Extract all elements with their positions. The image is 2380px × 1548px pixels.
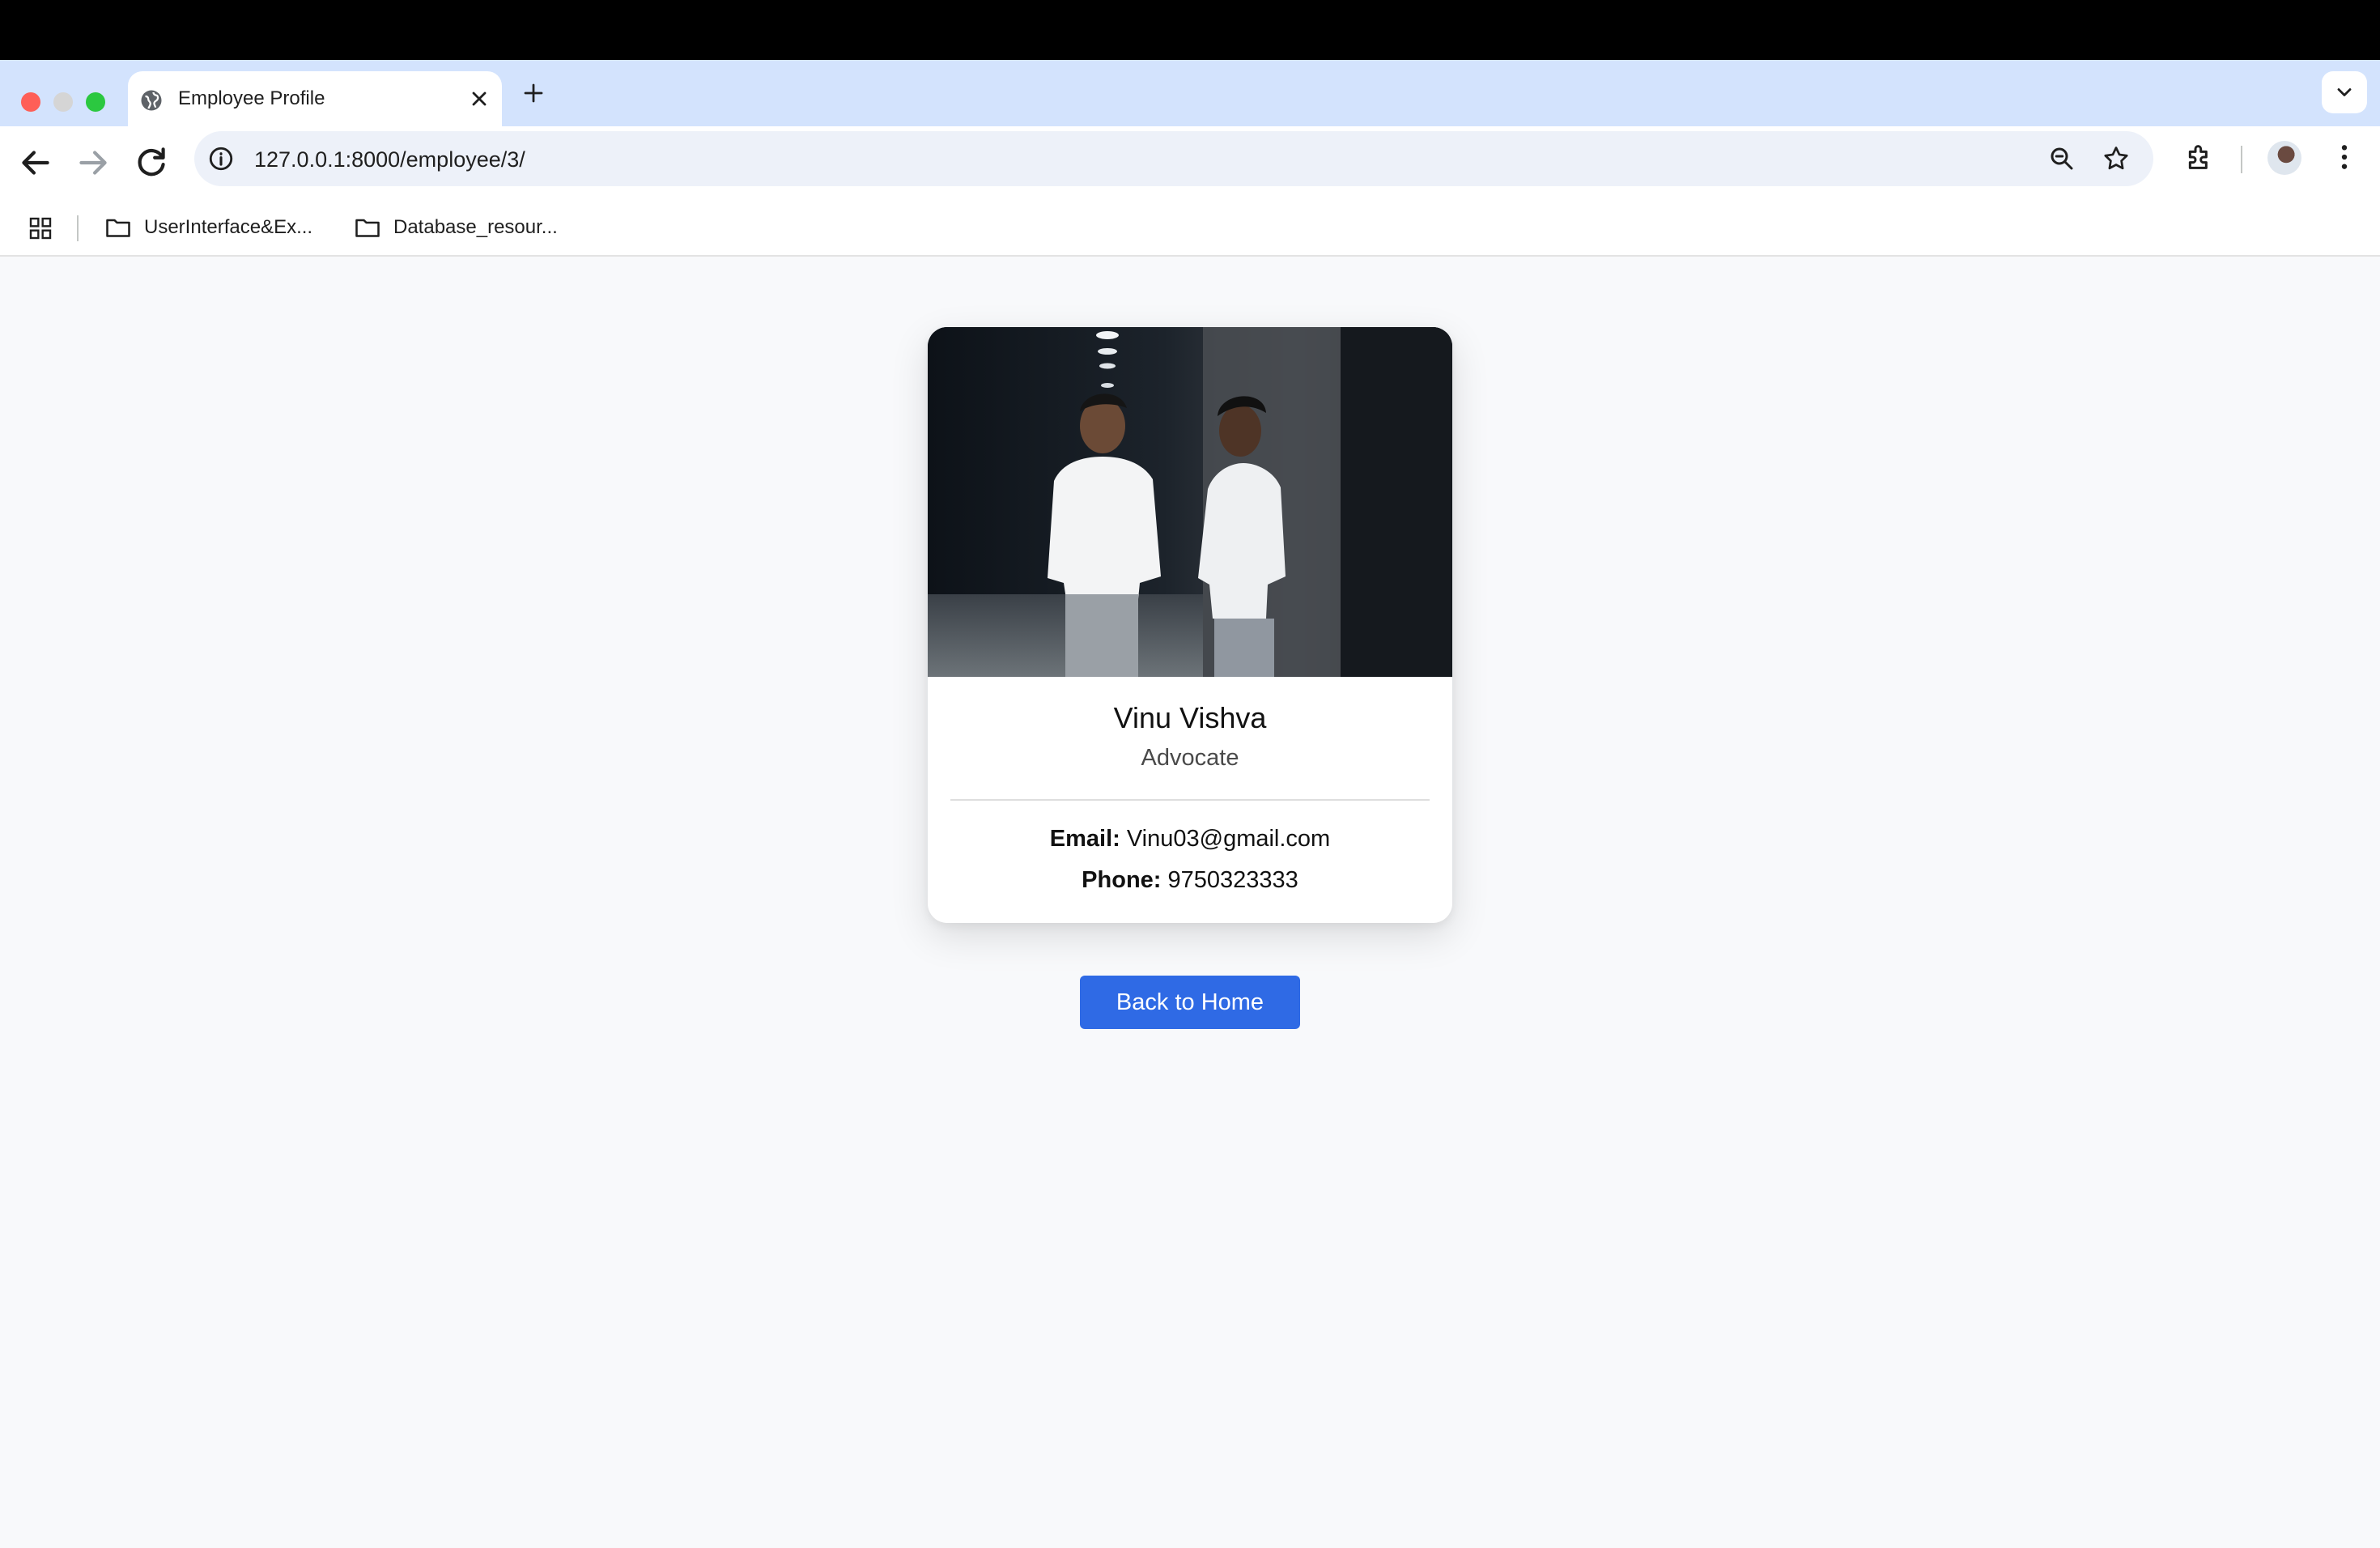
- employee-name: Vinu Vishva: [1113, 701, 1267, 734]
- tab-employee-profile[interactable]: Employee Profile: [128, 71, 502, 126]
- window-minimize-button[interactable]: [53, 92, 73, 112]
- close-icon[interactable]: [468, 87, 491, 110]
- bookmarks-divider: [77, 215, 79, 241]
- reload-icon[interactable]: [131, 142, 172, 183]
- employee-photo: [928, 327, 1452, 677]
- bookmark-label: Database_resour...: [393, 216, 558, 238]
- browser-toolbar: 127.0.0.1:8000/employee/3/: [0, 126, 2380, 199]
- chevron-down-icon: [2337, 88, 2352, 96]
- email-value: Vinu03@gmail.com: [1126, 826, 1331, 852]
- bookmark-folder-database[interactable]: Database_resour...: [353, 211, 558, 245]
- bookmark-star-icon[interactable]: [2102, 144, 2131, 173]
- back-icon[interactable]: [15, 142, 56, 183]
- email-label: Email:: [1049, 826, 1120, 852]
- bookmark-label: UserInterface&Ex...: [144, 216, 313, 238]
- address-bar[interactable]: 127.0.0.1:8000/employee/3/: [194, 131, 2153, 186]
- macos-menu-bar: [0, 0, 2380, 60]
- globe-icon: [141, 90, 162, 111]
- tab-title: Employee Profile: [178, 87, 325, 109]
- bookmark-folder-userinterface[interactable]: UserInterface&Ex...: [104, 211, 312, 245]
- phone-value: 9750323333: [1167, 867, 1298, 893]
- back-to-home-button[interactable]: Back to Home: [1080, 976, 1300, 1029]
- folder-icon: [106, 219, 130, 237]
- browser-chrome: Employee Profile 127.0.0.1:8000/employee…: [0, 60, 2380, 257]
- folder-icon: [355, 219, 380, 237]
- employee-role: Advocate: [1141, 745, 1239, 771]
- forward-icon[interactable]: [73, 142, 113, 183]
- extensions-icon[interactable]: [2183, 141, 2216, 173]
- apps-grid-icon[interactable]: [28, 215, 53, 241]
- profile-avatar[interactable]: [2267, 141, 2301, 175]
- url-text[interactable]: 127.0.0.1:8000/employee/3/: [254, 147, 525, 172]
- phone-label: Phone:: [1082, 867, 1162, 893]
- window-maximize-button[interactable]: [86, 92, 105, 112]
- zoom-icon[interactable]: [2047, 144, 2076, 173]
- phone-row: Phone: 9750323333: [928, 867, 1452, 894]
- tab-search-button[interactable]: [2322, 71, 2367, 113]
- employee-profile-card: Vinu Vishva Advocate Email: Vinu03@gmail…: [928, 327, 1452, 923]
- card-divider: [950, 799, 1430, 801]
- toolbar-divider: [2241, 146, 2242, 173]
- bookmarks-bar: UserInterface&Ex... Database_resour...: [0, 199, 2380, 257]
- new-tab-plus-icon[interactable]: [521, 81, 546, 105]
- tab-strip: Employee Profile: [0, 60, 2380, 126]
- more-menu-icon[interactable]: [2328, 141, 2361, 173]
- site-info-icon[interactable]: [207, 145, 235, 172]
- email-row: Email: Vinu03@gmail.com: [928, 826, 1452, 853]
- window-close-button[interactable]: [21, 92, 40, 112]
